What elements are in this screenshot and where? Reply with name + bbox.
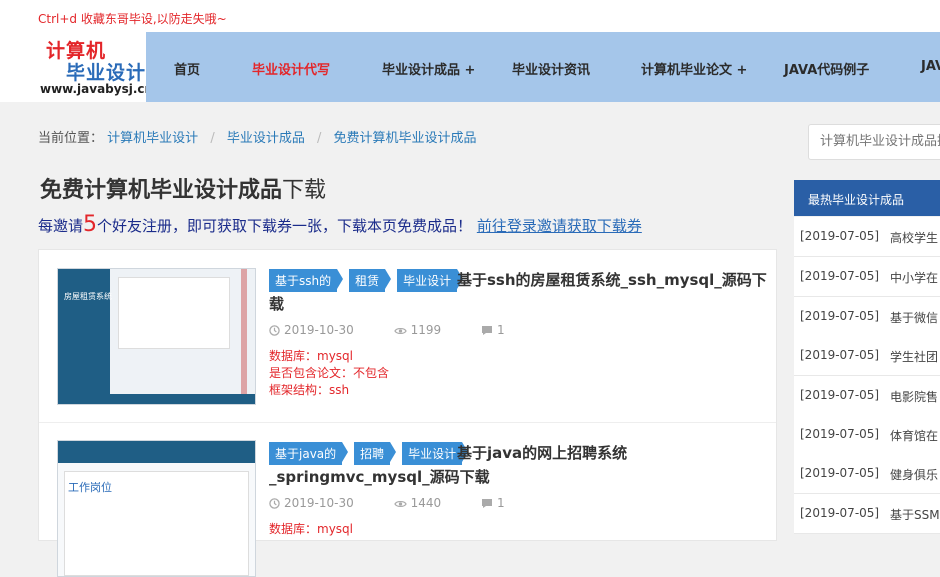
- logo-domain: www.javabysj.cn: [40, 82, 154, 96]
- hot-list-item[interactable]: [2019-07-05] 学生社团: [794, 336, 940, 376]
- nav-item-finished-designs[interactable]: 毕业设计成品 +: [382, 59, 475, 78]
- nav-item-design-news[interactable]: 毕业设计资讯: [512, 59, 590, 78]
- thumbnail-sidebar: [58, 269, 110, 404]
- hot-item-date: [2019-07-05]: [800, 427, 880, 441]
- search-input[interactable]: [818, 133, 940, 150]
- product-info: 数据库：mysql: [269, 521, 353, 538]
- nav-item-java-more[interactable]: JAV: [921, 59, 940, 74]
- views-meta: 1199: [393, 323, 460, 337]
- invite-text-2: 个好友注册，即可获取下载券一张，下载本页免费成品！: [97, 217, 473, 235]
- breadcrumb-prefix: 当前位置：: [38, 131, 104, 146]
- sidebar-search: [808, 124, 940, 160]
- breadcrumb-link-free[interactable]: 免费计算机毕业设计成品: [334, 131, 477, 146]
- nav-item-home[interactable]: 首页: [174, 59, 200, 78]
- hot-list-item[interactable]: [2019-07-05] 体育馆在: [794, 415, 940, 455]
- list-item: 工作岗位 基于java的 招聘 毕业设计 基于java的网上招聘系统_springm…: [39, 422, 776, 577]
- product-thumbnail[interactable]: 工作岗位: [57, 440, 256, 577]
- info-framework: 框架结构：ssh: [269, 383, 350, 397]
- info-database: 数据库：mysql: [269, 522, 353, 536]
- product-date: 2019-10-30: [284, 323, 354, 337]
- hot-item-title: 电影院售: [890, 390, 939, 404]
- hot-item-date: [2019-07-05]: [800, 309, 880, 323]
- main-nav: 首页 毕业设计代写 毕业设计成品 + 毕业设计资讯 计算机毕业论文 + JAVA…: [146, 32, 940, 102]
- thumbnail-title: 房屋租赁系统: [64, 292, 112, 301]
- date-meta: 2019-10-30: [269, 323, 372, 337]
- hot-list-item[interactable]: [2019-07-05] 健身俱乐: [794, 454, 940, 494]
- product-date: 2019-10-30: [284, 496, 354, 510]
- hot-item-date: [2019-07-05]: [800, 466, 880, 480]
- thumbnail-footer: [58, 394, 255, 404]
- product-views: 1440: [410, 496, 442, 510]
- page-title: 免费计算机毕业设计成品下载: [40, 172, 326, 204]
- product-list: 房屋租赁系统 基于ssh的 租赁 毕业设计 基于ssh的房屋租赁系统_ssh_mys…: [38, 249, 777, 577]
- comments-meta: 1: [481, 496, 523, 510]
- invite-text-1: 每邀请: [38, 217, 84, 235]
- breadcrumb: 当前位置： 计算机毕业设计 / 毕业设计成品 / 免费计算机毕业设计成品: [38, 127, 477, 146]
- invite-banner: 每邀请5个好友注册，即可获取下载券一张，下载本页免费成品！ 前往登录邀请获取下载…: [38, 212, 642, 237]
- hot-list-item[interactable]: [2019-07-05] 基于SSM: [794, 494, 940, 534]
- info-database: 数据库：mysql: [269, 349, 353, 363]
- hot-item-date: [2019-07-05]: [800, 506, 880, 520]
- hot-header: 最热毕业设计成品: [794, 180, 940, 216]
- list-item: 房屋租赁系统 基于ssh的 租赁 毕业设计 基于ssh的房屋租赁系统_ssh_mys…: [39, 250, 776, 422]
- clock-icon: [269, 498, 280, 509]
- hot-item-title: 高校学生: [890, 231, 939, 245]
- thumbnail-panel: [118, 277, 230, 349]
- comments-meta: 1: [481, 323, 523, 337]
- hot-item-title: 学生社团: [890, 350, 939, 364]
- thumbnail-title: 工作岗位: [68, 481, 112, 494]
- product-title[interactable]: 基于java的网上招聘系统_springmvc_mysql_源码下载: [269, 441, 769, 489]
- breadcrumb-link-computer-design[interactable]: 计算机毕业设计: [107, 131, 198, 146]
- page-title-rest: 下载: [282, 178, 327, 203]
- info-thesis: 是否包含论文：不包含: [269, 366, 390, 380]
- hot-item-title: 基于微信: [890, 311, 939, 325]
- product-meta: 2019-10-30 1199 1: [269, 323, 541, 337]
- hot-item-date: [2019-07-05]: [800, 269, 880, 283]
- hot-item-date: [2019-07-05]: [800, 229, 880, 243]
- nav-item-custom-design[interactable]: 毕业设计代写: [252, 59, 330, 78]
- site-logo[interactable]: 计算机 毕业设计 www.javabysj.cn: [0, 32, 153, 102]
- hot-item-title: 中小学在: [890, 271, 939, 285]
- breadcrumb-link-finished[interactable]: 毕业设计成品: [227, 131, 305, 146]
- hot-item-title: 健身俱乐: [890, 468, 939, 482]
- eye-icon: [393, 327, 407, 334]
- hot-list-item[interactable]: [2019-07-05] 基于微信: [794, 297, 940, 337]
- product-comments: 1: [496, 496, 505, 510]
- product-views: 1199: [410, 323, 442, 337]
- hot-item-title: 基于SSM: [890, 508, 940, 522]
- top-bar: Ctrl+d 收藏东哥毕设,以防走失哦~: [0, 0, 940, 32]
- views-meta: 1440: [393, 496, 460, 510]
- hot-list-item[interactable]: [2019-07-05] 电影院售: [794, 376, 940, 416]
- bookmark-hint: Ctrl+d 收藏东哥毕设,以防走失哦~: [38, 12, 227, 26]
- breadcrumb-separator: /: [210, 131, 215, 146]
- date-meta: 2019-10-30: [269, 496, 372, 510]
- product-title[interactable]: 基于ssh的房屋租赁系统_ssh_mysql_源码下载: [269, 268, 769, 316]
- product-info: 数据库：mysql 是否包含论文：不包含 框架结构：ssh: [269, 348, 389, 399]
- hot-list-item[interactable]: [2019-07-05] 中小学在: [794, 257, 940, 297]
- product-comments: 1: [496, 323, 505, 337]
- breadcrumb-separator: /: [317, 131, 322, 146]
- product-thumbnail[interactable]: 房屋租赁系统: [57, 268, 256, 405]
- thumbnail-accent: [241, 269, 247, 404]
- thumbnail-header: [58, 441, 255, 463]
- nav-item-java-examples[interactable]: JAVA代码例子: [784, 59, 869, 78]
- comment-icon: [481, 499, 492, 508]
- product-meta: 2019-10-30 1440 1: [269, 496, 541, 510]
- clock-icon: [269, 325, 280, 336]
- eye-icon: [393, 500, 407, 507]
- logo-line2: 毕业设计: [66, 62, 147, 84]
- hot-list-item[interactable]: [2019-07-05] 高校学生: [794, 217, 940, 257]
- hot-item-title: 体育馆在: [890, 429, 939, 443]
- comment-icon: [481, 326, 492, 335]
- invite-link[interactable]: 前往登录邀请获取下载券: [477, 217, 642, 235]
- hot-item-date: [2019-07-05]: [800, 388, 880, 402]
- hot-title: 最热毕业设计成品: [808, 193, 905, 207]
- invite-count: 5: [83, 212, 98, 237]
- nav-item-theses[interactable]: 计算机毕业论文 +: [641, 59, 747, 78]
- page-title-bold: 免费计算机毕业设计成品: [40, 178, 283, 203]
- hot-item-date: [2019-07-05]: [800, 348, 880, 362]
